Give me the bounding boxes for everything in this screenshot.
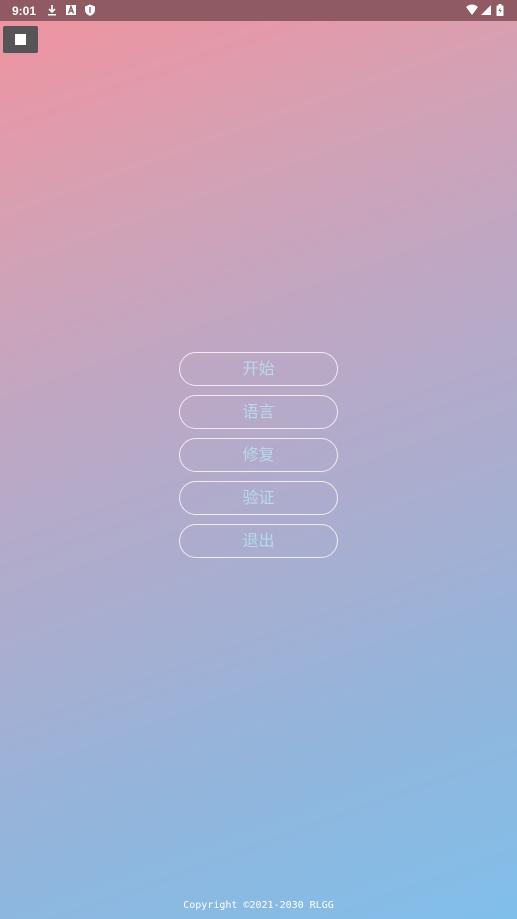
download-icon: [48, 5, 56, 16]
a-notification-icon: [66, 4, 76, 15]
repair-button[interactable]: 修复: [179, 438, 338, 472]
shield-icon: [85, 4, 95, 16]
stop-icon: [15, 34, 26, 45]
app-screen: 9:01 开始 语言 修复 验证 退出 Copyright ©2021-2030…: [0, 0, 517, 919]
battery-icon: [496, 4, 504, 16]
start-button[interactable]: 开始: [179, 352, 338, 386]
language-button[interactable]: 语言: [179, 395, 338, 429]
exit-button[interactable]: 退出: [179, 524, 338, 558]
main-menu: 开始 语言 修复 验证 退出: [179, 352, 338, 567]
copyright-text: Copyright ©2021-2030 RLGG: [183, 900, 334, 911]
status-bar: 9:01: [0, 0, 517, 21]
wifi-icon: [466, 4, 478, 15]
status-time: 9:01: [12, 4, 37, 18]
verify-button[interactable]: 验证: [179, 481, 338, 515]
signal-icon: [481, 5, 491, 15]
stop-overlay-button[interactable]: [3, 26, 38, 53]
